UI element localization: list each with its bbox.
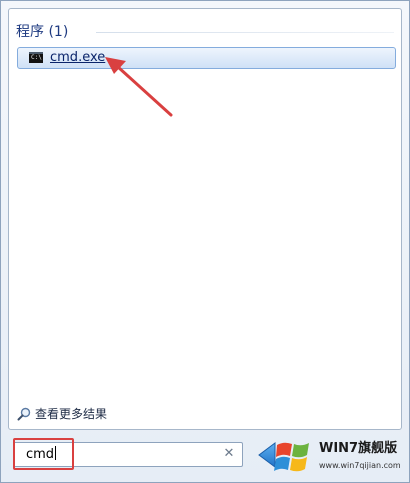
watermark-brand: WIN7旗舰版 xyxy=(319,441,398,456)
programs-section-header: 程序 (1) xyxy=(16,23,394,45)
start-menu-panel: 程序 (1) C:\ cmd.exe 查看更多结果 cmd ✕ WIN7旗舰版 … xyxy=(0,0,410,483)
search-results-pane: 程序 (1) xyxy=(8,8,402,430)
section-title: 程序 (1) xyxy=(16,24,69,40)
command-prompt-icon: C:\ xyxy=(29,52,43,63)
watermark-site: www.win7qijian.com xyxy=(319,461,401,470)
text-caret xyxy=(55,446,57,460)
magnifier-icon xyxy=(17,407,31,421)
shutdown-arrow-icon[interactable] xyxy=(255,439,281,471)
result-item-cmd[interactable]: C:\ cmd.exe xyxy=(17,47,396,69)
watermark: WIN7旗舰版 www.win7qijian.com xyxy=(273,435,409,479)
close-icon[interactable]: ✕ xyxy=(222,446,236,462)
result-label: cmd.exe xyxy=(50,50,106,65)
section-divider xyxy=(96,32,394,33)
search-input[interactable]: cmd ✕ xyxy=(13,442,243,467)
search-value: cmd xyxy=(26,446,57,462)
see-more-label: 查看更多结果 xyxy=(35,407,108,421)
